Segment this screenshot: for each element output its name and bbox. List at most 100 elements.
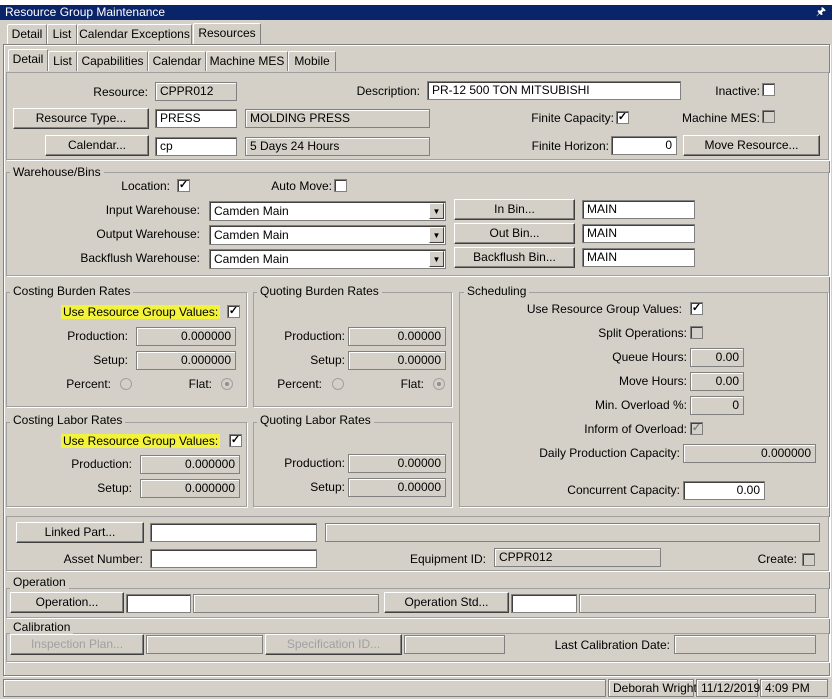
operation-desc-field [193, 594, 379, 613]
tab-label: List [53, 54, 72, 68]
quoting-labor-production-label: Production: [284, 456, 345, 470]
scheduling-use-group-label: Use Resource Group Values: [526, 302, 682, 316]
quoting-burden-setup-field[interactable]: 0.00000 [348, 351, 446, 370]
subtab-capabilities[interactable]: Capabilities [77, 51, 148, 71]
concurrent-capacity-field[interactable]: 0.00 [683, 481, 765, 500]
operation-std-field[interactable] [511, 594, 577, 613]
costing-burden-production-field[interactable]: 0.000000 [136, 327, 236, 346]
scheduling-use-group-checkbox[interactable]: ✓ [690, 302, 703, 315]
tab-label: Calendar [152, 54, 202, 68]
linked-part-field[interactable] [150, 523, 317, 542]
inspection-plan-button: Inspection Plan... [10, 634, 144, 655]
finite-capacity-checkbox[interactable]: ✓ [616, 111, 629, 124]
resource-field[interactable]: CPPR012 [155, 82, 237, 101]
scheduling-title: Scheduling [464, 285, 530, 298]
operation-std-desc-field [579, 594, 816, 613]
tab-label: Capabilities [81, 54, 144, 68]
tab-list[interactable]: List [47, 24, 77, 44]
daily-capacity-field[interactable]: 0.000000 [683, 444, 816, 463]
location-checkbox[interactable]: ✓ [177, 179, 190, 192]
asset-number-field[interactable] [150, 549, 317, 568]
resource-type-button[interactable]: Resource Type... [13, 108, 149, 129]
input-warehouse-value: Camden Main [214, 204, 289, 218]
quoting-burden-production-label: Production: [284, 329, 345, 343]
input-warehouse-select[interactable]: Camden Main ▼ [209, 201, 446, 221]
inactive-checkbox[interactable] [762, 83, 775, 96]
costing-burden-percent-radio[interactable] [120, 378, 132, 390]
costing-burden-setup-field[interactable]: 0.000000 [136, 351, 236, 370]
operation-button[interactable]: Operation... [10, 592, 124, 613]
tab-label: Calendar Exceptions [79, 27, 190, 41]
tab-resources[interactable]: Resources [193, 23, 261, 45]
min-overload-field[interactable]: 0 [690, 396, 744, 415]
output-warehouse-select[interactable]: Camden Main ▼ [209, 225, 446, 245]
backflush-warehouse-label: Backflush Warehouse: [80, 251, 200, 265]
operation-std-button[interactable]: Operation Std... [384, 592, 509, 613]
specification-id-button: Specification ID... [265, 634, 402, 655]
backflush-bin-button[interactable]: Backflush Bin... [454, 247, 575, 268]
equipment-id-field[interactable]: CPPR012 [494, 548, 661, 567]
use-group-label-text: Use Resource Group Values: [61, 434, 221, 448]
location-label: Location: [121, 179, 170, 193]
tab-label: Resources [198, 26, 256, 40]
queue-hours-field[interactable]: 0.00 [690, 348, 744, 367]
costing-labor-production-label: Production: [71, 457, 132, 471]
calendar-code-field[interactable]: cp [155, 137, 237, 156]
subtab-calendar[interactable]: Calendar [148, 51, 206, 71]
subtab-detail[interactable]: Detail [8, 49, 48, 71]
move-resource-button[interactable]: Move Resource... [683, 135, 820, 156]
concurrent-capacity-label: Concurrent Capacity: [567, 483, 680, 497]
finite-horizon-field[interactable]: 0 [611, 136, 677, 155]
backflush-warehouse-select[interactable]: Camden Main ▼ [209, 249, 446, 269]
costing-labor-production-field[interactable]: 0.000000 [140, 455, 240, 474]
operation-field[interactable] [126, 594, 191, 613]
use-group-label-text: Use Resource Group Values: [61, 305, 221, 319]
chevron-down-icon[interactable]: ▼ [429, 203, 444, 219]
costing-burden-setup-label: Setup: [93, 353, 128, 367]
subtab-mobile[interactable]: Mobile [288, 51, 336, 71]
auto-move-label: Auto Move: [271, 179, 332, 193]
subtab-list[interactable]: List [48, 51, 77, 71]
tab-calendar-exceptions[interactable]: Calendar Exceptions [77, 24, 192, 44]
resource-type-code-field[interactable]: PRESS [155, 109, 237, 128]
subtab-machine-mes[interactable]: Machine MES [206, 51, 288, 71]
costing-burden-production-label: Production: [67, 329, 128, 343]
window-title-bar: Resource Group Maintenance 🖈 [0, 5, 832, 20]
input-warehouse-label: Input Warehouse: [105, 203, 200, 217]
costing-labor-setup-field[interactable]: 0.000000 [140, 479, 240, 498]
quoting-burden-percent-label: Percent: [277, 377, 322, 391]
window-title: Resource Group Maintenance [5, 5, 166, 19]
quoting-labor-setup-field[interactable]: 0.00000 [348, 478, 446, 497]
chevron-down-icon[interactable]: ▼ [429, 251, 444, 267]
quoting-labor-production-field[interactable]: 0.00000 [348, 454, 446, 473]
out-bin-button[interactable]: Out Bin... [454, 223, 575, 244]
tab-label: List [52, 27, 72, 41]
in-bin-button[interactable]: In Bin... [454, 199, 575, 220]
in-bin-field[interactable]: MAIN [582, 200, 695, 219]
move-hours-field[interactable]: 0.00 [690, 372, 744, 391]
inform-overload-checkbox: ✓ [690, 422, 703, 435]
backflush-warehouse-value: Camden Main [214, 252, 289, 266]
status-message [3, 679, 606, 697]
finite-horizon-label: Finite Horizon: [531, 139, 609, 153]
calendar-button[interactable]: Calendar... [45, 135, 149, 156]
costing-burden-use-group-checkbox[interactable]: ✓ [227, 305, 240, 318]
auto-move-checkbox[interactable] [334, 179, 347, 192]
linked-part-button[interactable]: Linked Part... [16, 522, 144, 543]
finite-capacity-label: Finite Capacity: [531, 111, 614, 125]
out-bin-field[interactable]: MAIN [582, 224, 695, 243]
backflush-bin-field[interactable]: MAIN [582, 248, 695, 267]
operation-title: Operation [10, 576, 69, 589]
tab-detail[interactable]: Detail [7, 24, 47, 44]
asset-number-label: Asset Number: [63, 552, 143, 566]
quoting-burden-production-field[interactable]: 0.00000 [348, 327, 446, 346]
costing-burden-flat-radio[interactable] [221, 378, 233, 390]
pin-icon[interactable]: 🖈 [816, 5, 826, 20]
costing-labor-use-group-checkbox[interactable]: ✓ [229, 434, 242, 447]
description-field[interactable]: PR-12 500 TON MITSUBISHI [427, 81, 681, 100]
equipment-id-label: Equipment ID: [409, 552, 486, 566]
quoting-burden-flat-radio[interactable] [433, 378, 445, 390]
chevron-down-icon[interactable]: ▼ [429, 227, 444, 243]
last-calibration-date-field[interactable] [674, 635, 816, 654]
quoting-burden-percent-radio[interactable] [332, 378, 344, 390]
